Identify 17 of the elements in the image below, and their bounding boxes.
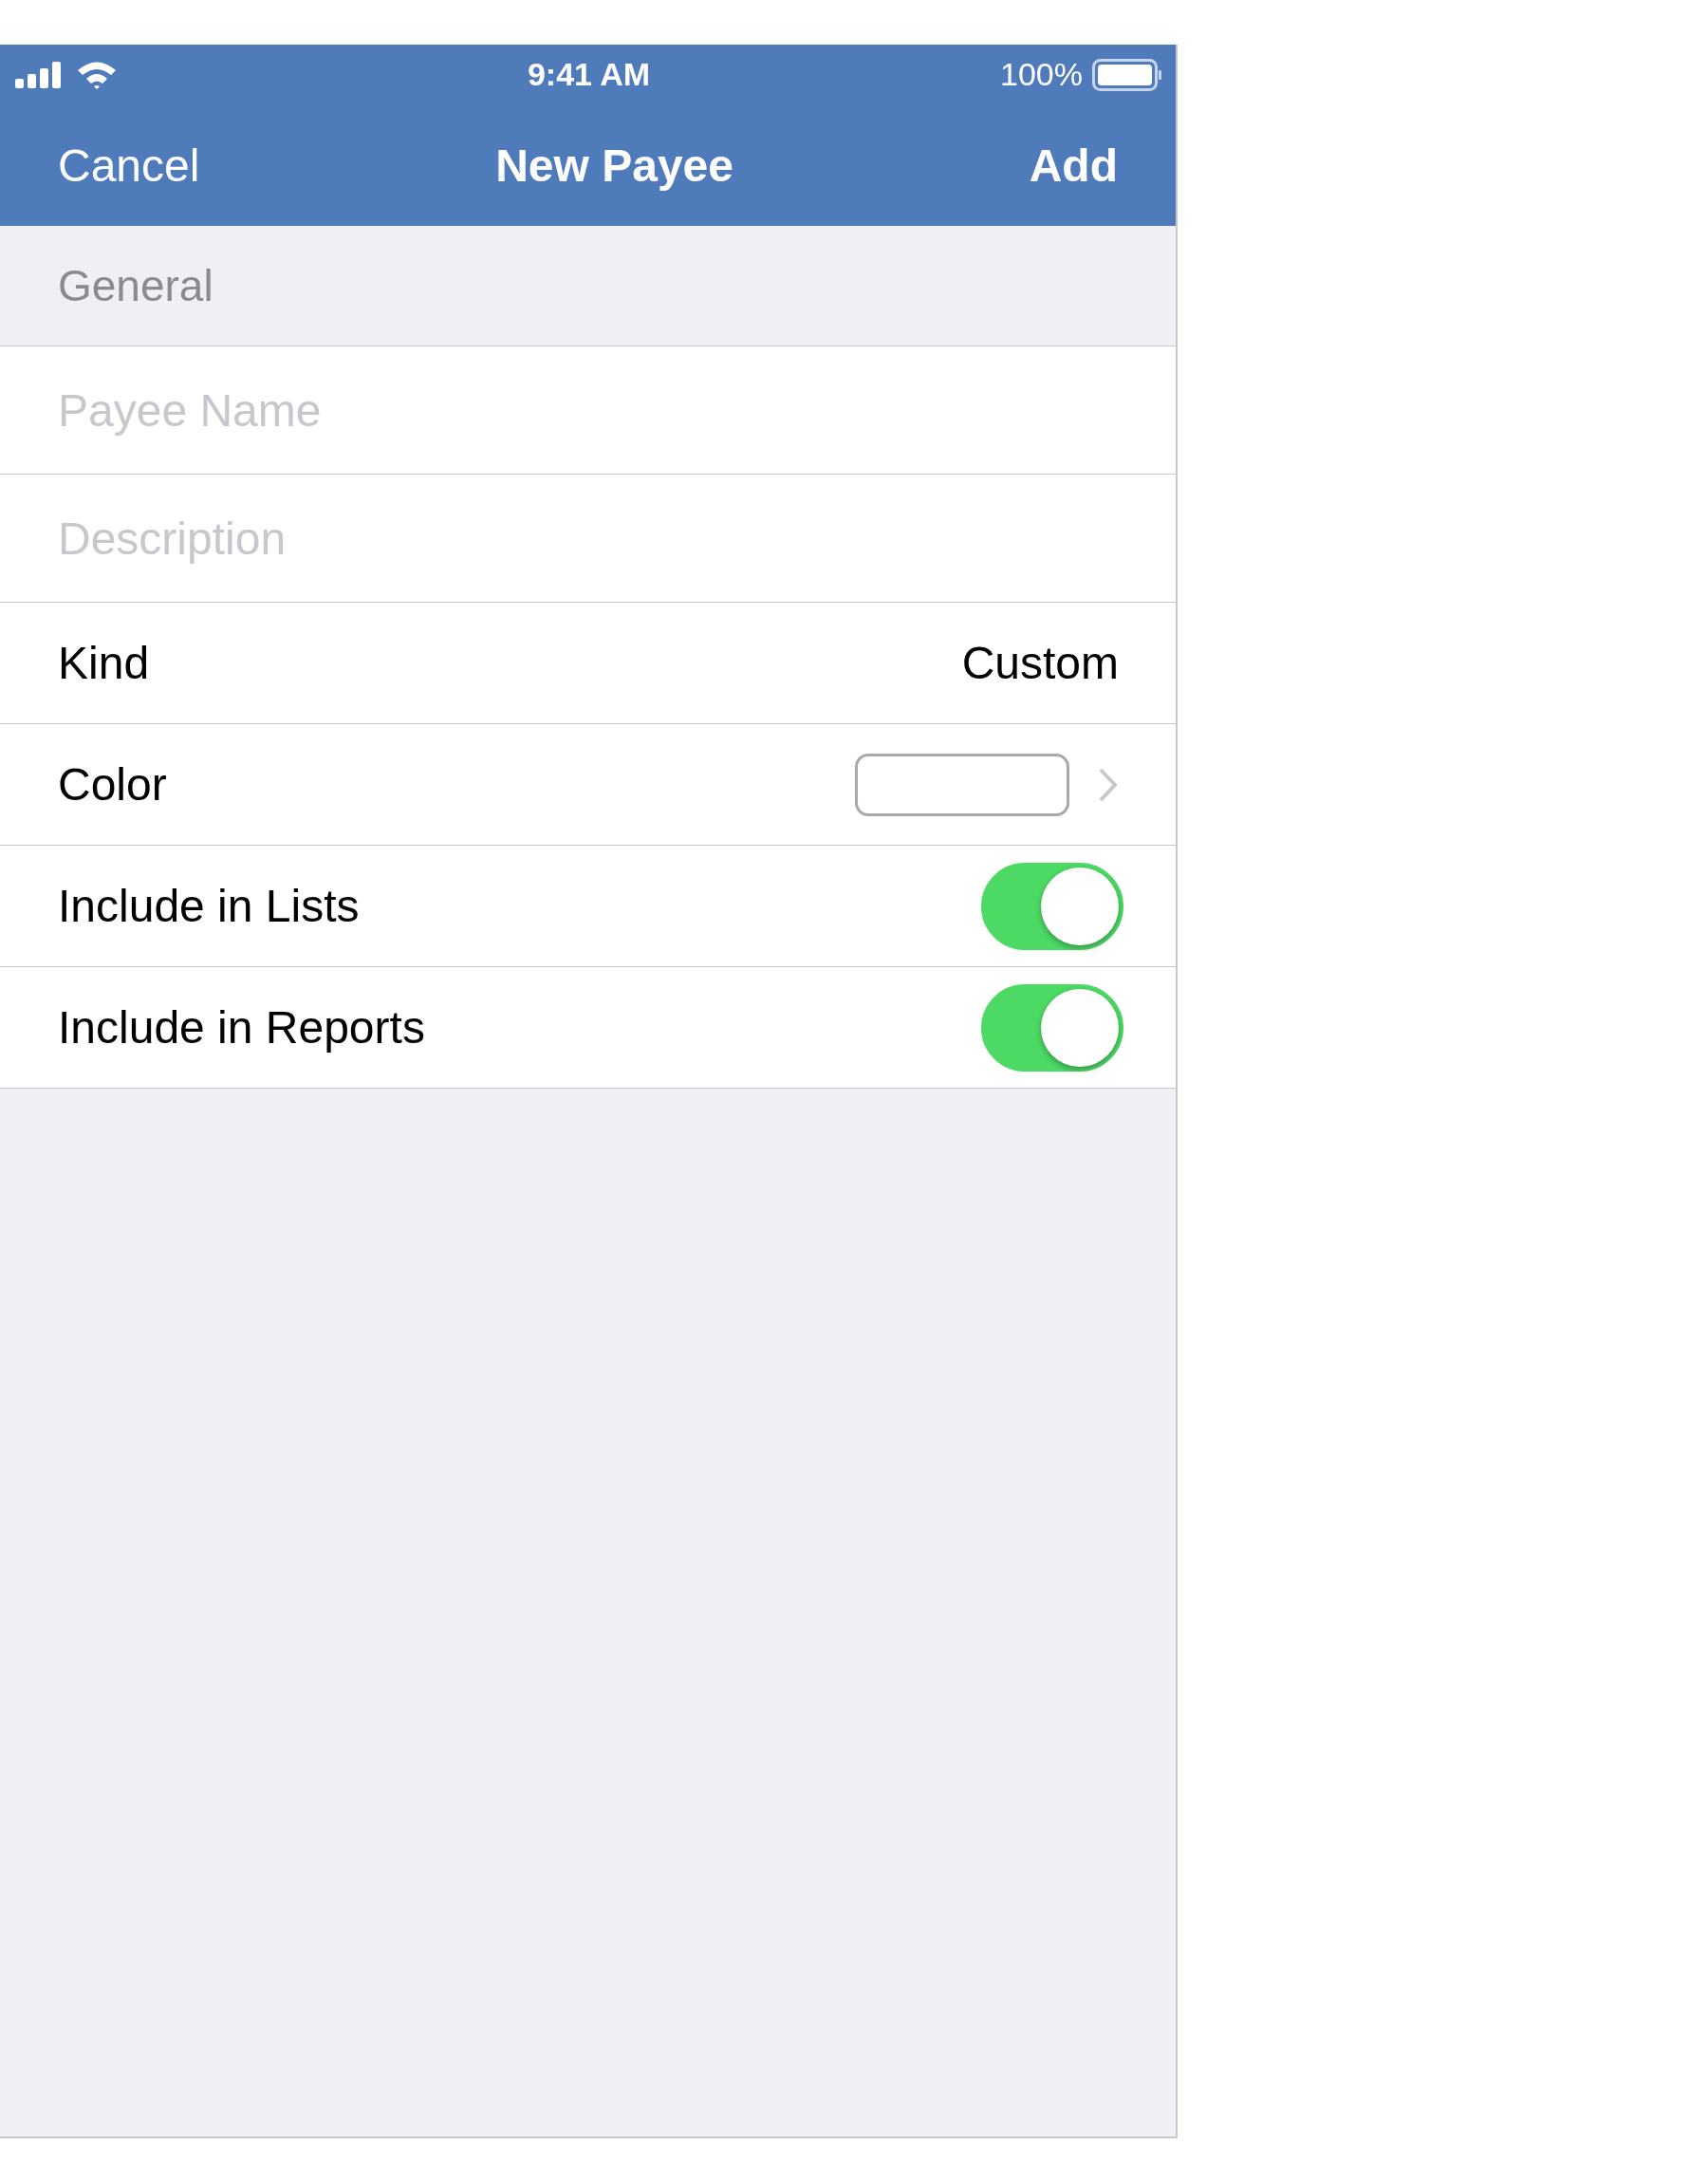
- battery-icon: [1092, 58, 1162, 91]
- chevron-icon: [1098, 766, 1119, 803]
- add-button[interactable]: Add: [1029, 139, 1118, 192]
- row-label: Kind: [58, 637, 151, 689]
- row-label: Color: [58, 758, 168, 811]
- row-label: Include in Reports: [58, 1001, 426, 1054]
- text-field[interactable]: Description: [0, 475, 1176, 603]
- row-value: Custom: [961, 637, 1119, 689]
- cancel-button[interactable]: Cancel: [58, 139, 200, 192]
- text-field[interactable]: Payee Name: [0, 346, 1176, 475]
- row-label: Include in Lists: [58, 880, 361, 932]
- section-header: General: [58, 260, 214, 311]
- status-time: 9:41 AM: [527, 56, 651, 93]
- battery-percent: 100%: [1000, 56, 1083, 93]
- signal-icon: [15, 61, 63, 88]
- color-swatch[interactable]: [855, 753, 1069, 816]
- nav-title: New Payee: [495, 139, 733, 192]
